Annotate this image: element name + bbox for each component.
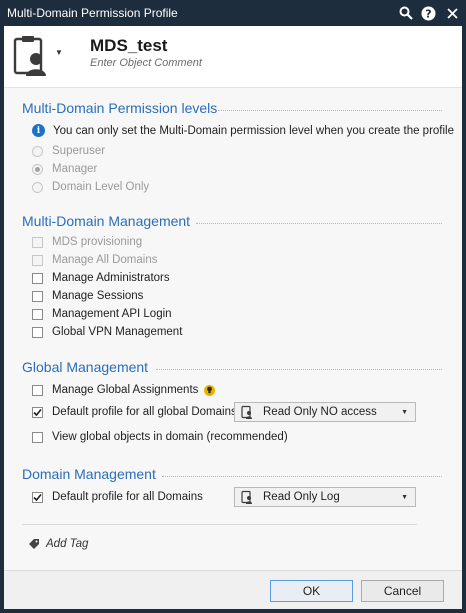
dialog-window: Multi-Domain Permission Profile ? ▼ MDS_… (0, 0, 466, 613)
checkbox-manage-global-assignments[interactable]: Manage Global Assignments (32, 382, 216, 398)
checkbox[interactable] (32, 384, 43, 396)
section-title-global-management: Global Management (22, 359, 149, 375)
section-divider (156, 369, 442, 370)
svg-text:?: ? (425, 7, 431, 20)
checkbox-label: Manage Administrators (52, 272, 170, 284)
checkbox[interactable] (32, 431, 43, 443)
checkbox-global-vpn-management[interactable]: Global VPN Management (32, 324, 182, 340)
checkbox[interactable] (32, 308, 43, 320)
checkbox-label: Global VPN Management (52, 326, 183, 338)
checkbox[interactable] (32, 326, 43, 338)
checkbox-label: Default profile for all global Domains (52, 406, 237, 418)
object-name[interactable]: MDS_test (90, 36, 167, 56)
domain-profile-dropdown[interactable]: Read Only Log ▼ (234, 487, 416, 507)
search-icon[interactable] (397, 4, 415, 22)
checkbox[interactable] (32, 491, 43, 503)
checkbox-default-profile-domains[interactable]: Default profile for all Domains (32, 489, 203, 505)
checkbox-label: Manage Sessions (52, 290, 144, 302)
checkbox-label: Default profile for all Domains (52, 491, 203, 503)
chevron-down-icon: ▼ (401, 493, 408, 501)
checkbox-label: View global objects in domain (recommend… (52, 431, 288, 443)
radio-button[interactable] (32, 181, 43, 193)
radio-label: Superuser (52, 145, 106, 157)
window-title: Multi-Domain Permission Profile (7, 6, 178, 20)
checkbox[interactable] (32, 290, 43, 302)
section-title-permission-levels: Multi-Domain Permission levels (22, 100, 218, 116)
checkbox-label: Management API Login (52, 308, 172, 320)
checkbox[interactable] (32, 254, 43, 266)
chevron-down-icon: ▼ (401, 408, 408, 416)
radio-superuser[interactable]: Superuser (32, 143, 105, 159)
checkbox-label: Manage All Domains (52, 254, 158, 266)
cancel-button[interactable]: Cancel (361, 580, 444, 602)
section-divider (196, 223, 442, 224)
permission-profile-icon (241, 490, 252, 504)
radio-domain-level-only[interactable]: Domain Level Only (32, 179, 149, 195)
checkbox-mds-provisioning[interactable]: MDS provisioning (32, 234, 142, 250)
info-icon: i (32, 124, 45, 137)
chevron-down-icon[interactable]: ▼ (55, 48, 63, 57)
divider (22, 524, 417, 525)
radio-button[interactable] (32, 163, 43, 175)
object-comment-field[interactable]: Enter Object Comment (90, 57, 202, 69)
dialog-body: ▼ MDS_test Enter Object Comment Multi-Do… (4, 26, 462, 609)
permission-profile-icon[interactable] (12, 35, 52, 77)
checkbox-label: MDS provisioning (52, 236, 143, 248)
checkbox-default-profile-global-domains[interactable]: Default profile for all global Domains (32, 404, 237, 420)
checkbox-view-global-objects[interactable]: View global objects in domain (recommend… (32, 429, 288, 445)
checkbox[interactable] (32, 406, 43, 418)
checkbox-manage-sessions[interactable]: Manage Sessions (32, 288, 143, 304)
object-header: ▼ MDS_test Enter Object Comment (4, 26, 462, 88)
radio-label: Manager (52, 163, 98, 175)
info-message: i You can only set the Multi-Domain perm… (32, 124, 454, 137)
section-title-domain-management: Domain Management (22, 466, 156, 482)
lightbulb-icon[interactable] (204, 384, 216, 396)
global-profile-dropdown[interactable]: Read Only NO access ▼ (234, 402, 416, 422)
dropdown-value: Read Only NO access (263, 406, 377, 418)
info-text: You can only set the Multi-Domain permis… (53, 124, 455, 137)
permission-profile-icon (241, 405, 252, 419)
section-divider (162, 476, 442, 477)
radio-label: Domain Level Only (52, 181, 150, 193)
ok-button[interactable]: OK (270, 580, 353, 602)
checkbox-manage-administrators[interactable]: Manage Administrators (32, 270, 170, 286)
checkbox-management-api-login[interactable]: Management API Login (32, 306, 172, 322)
dropdown-value: Read Only Log (263, 491, 340, 503)
title-bar: Multi-Domain Permission Profile ? (0, 0, 466, 26)
checkbox[interactable] (32, 272, 43, 284)
help-icon[interactable]: ? (419, 4, 437, 22)
add-tag-link[interactable]: Add Tag (28, 538, 88, 550)
dialog-footer: OK Cancel (4, 570, 462, 609)
section-title-md-management: Multi-Domain Management (22, 213, 191, 229)
radio-manager[interactable]: Manager (32, 161, 97, 177)
checkbox[interactable] (32, 236, 43, 248)
section-divider (218, 110, 442, 111)
close-icon[interactable] (443, 4, 461, 22)
add-tag-label: Add Tag (46, 538, 89, 550)
tag-icon (29, 539, 39, 549)
checkbox-label: Manage Global Assignments (52, 384, 199, 396)
checkbox-manage-all-domains[interactable]: Manage All Domains (32, 252, 157, 268)
radio-button[interactable] (32, 145, 43, 157)
